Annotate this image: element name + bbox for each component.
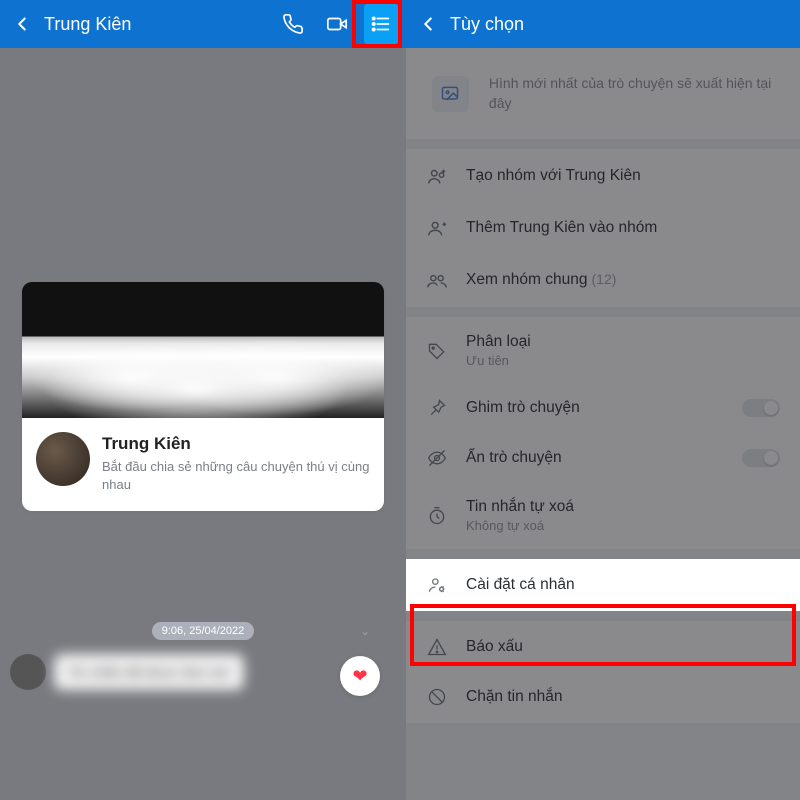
- row-label: Xem nhóm chung(12): [466, 271, 780, 289]
- timer-icon: [426, 506, 448, 526]
- chat-header: Trung Kiên: [0, 0, 406, 48]
- category-row[interactable]: Phân loại Ưu tiên: [406, 317, 800, 384]
- row-label: Cài đặt cá nhân: [466, 576, 780, 594]
- pin-icon: [426, 398, 448, 418]
- pin-chat-row[interactable]: Ghim trò chuyện: [406, 384, 800, 434]
- recent-media-banner[interactable]: Hình mới nhất của trò chuyện sẽ xuất hiệ…: [406, 48, 800, 139]
- chat-contact-name: Trung Kiên: [44, 14, 276, 35]
- block-row[interactable]: Chặn tin nhắn: [406, 673, 800, 723]
- chat-pane: Trung Kiên Trung Kiên Bắt đầu chia: [0, 0, 406, 800]
- profile-card-subtitle: Bắt đầu chia sẻ những câu chuyện thú vị …: [102, 458, 370, 493]
- create-group-row[interactable]: Tạo nhóm với Trung Kiên: [406, 149, 800, 203]
- options-header: Tùy chọn: [406, 0, 800, 48]
- cover-photo: [22, 282, 384, 418]
- chat-body: Trung Kiên Bắt đầu chia sẻ những câu chu…: [0, 48, 406, 800]
- user-gear-icon: [426, 575, 448, 595]
- timestamp-text: 9:06, 25/04/2022: [152, 622, 255, 640]
- row-label: Ghim trò chuyện: [466, 399, 724, 417]
- heart-icon: ❤: [352, 666, 367, 687]
- group-actions-section: Tạo nhóm với Trung Kiên Thêm Trung Kiên …: [406, 149, 800, 307]
- react-heart-button[interactable]: ❤: [340, 656, 380, 696]
- row-label: Báo xấu: [466, 638, 780, 656]
- auto-delete-row[interactable]: Tin nhắn tự xoá Không tự xoá: [406, 484, 800, 549]
- back-icon[interactable]: [8, 10, 36, 38]
- message-bubble-blurred: Tin nhắn đã được làm mờ: [54, 654, 244, 690]
- pin-switch[interactable]: [742, 399, 780, 417]
- moderation-section: Báo xấu Chặn tin nhắn: [406, 621, 800, 723]
- options-list-icon[interactable]: [364, 7, 398, 41]
- image-icon: [432, 76, 469, 112]
- message-avatar: [10, 654, 46, 690]
- avatar: [36, 432, 90, 486]
- add-to-group-row[interactable]: Thêm Trung Kiên vào nhóm: [406, 203, 800, 255]
- row-label: Ẩn trò chuyện: [466, 449, 724, 467]
- tag-icon: [426, 341, 448, 361]
- row-sublabel: Không tự xoá: [466, 518, 780, 533]
- row-label: Thêm Trung Kiên vào nhóm: [466, 219, 780, 237]
- row-label: Tạo nhóm với Trung Kiên: [466, 167, 780, 185]
- chevron-down-icon[interactable]: ⌄: [360, 624, 370, 638]
- options-pane: Tùy chọn Hình mới nhất của trò chuyện sẽ…: [406, 0, 800, 800]
- media-banner-text: Hình mới nhất của trò chuyện sẽ xuất hiệ…: [489, 74, 774, 113]
- options-title: Tùy chọn: [450, 14, 792, 35]
- warning-icon: [426, 637, 448, 657]
- profile-card-name: Trung Kiên: [102, 434, 370, 454]
- message-row: Tin nhắn đã được làm mờ ⌄ ❤: [10, 654, 392, 690]
- common-groups-row[interactable]: Xem nhóm chung(12): [406, 255, 800, 307]
- hide-chat-row[interactable]: Ẩn trò chuyện: [406, 434, 800, 484]
- message-timestamp: 9:06, 25/04/2022: [0, 621, 406, 640]
- row-sublabel: Ưu tiên: [466, 353, 780, 368]
- block-icon: [426, 687, 448, 707]
- report-row[interactable]: Báo xấu: [406, 621, 800, 673]
- personal-settings-row[interactable]: Cài đặt cá nhân: [406, 559, 800, 611]
- voice-call-icon[interactable]: [276, 7, 310, 41]
- add-user-icon: [426, 217, 448, 239]
- chat-settings-section: Phân loại Ưu tiên Ghim trò chuyện Ẩn trò…: [406, 317, 800, 549]
- back-icon[interactable]: [414, 10, 442, 38]
- group-icon: [426, 269, 448, 291]
- row-label: Chặn tin nhắn: [466, 688, 780, 706]
- row-label: Phân loại: [466, 333, 780, 351]
- video-call-icon[interactable]: [320, 7, 354, 41]
- row-label: Tin nhắn tự xoá: [466, 498, 780, 516]
- create-group-icon: [426, 165, 448, 187]
- contact-profile-card[interactable]: Trung Kiên Bắt đầu chia sẻ những câu chu…: [22, 282, 384, 511]
- hide-switch[interactable]: [742, 449, 780, 467]
- personal-section: Cài đặt cá nhân: [406, 559, 800, 611]
- eye-off-icon: [426, 448, 448, 468]
